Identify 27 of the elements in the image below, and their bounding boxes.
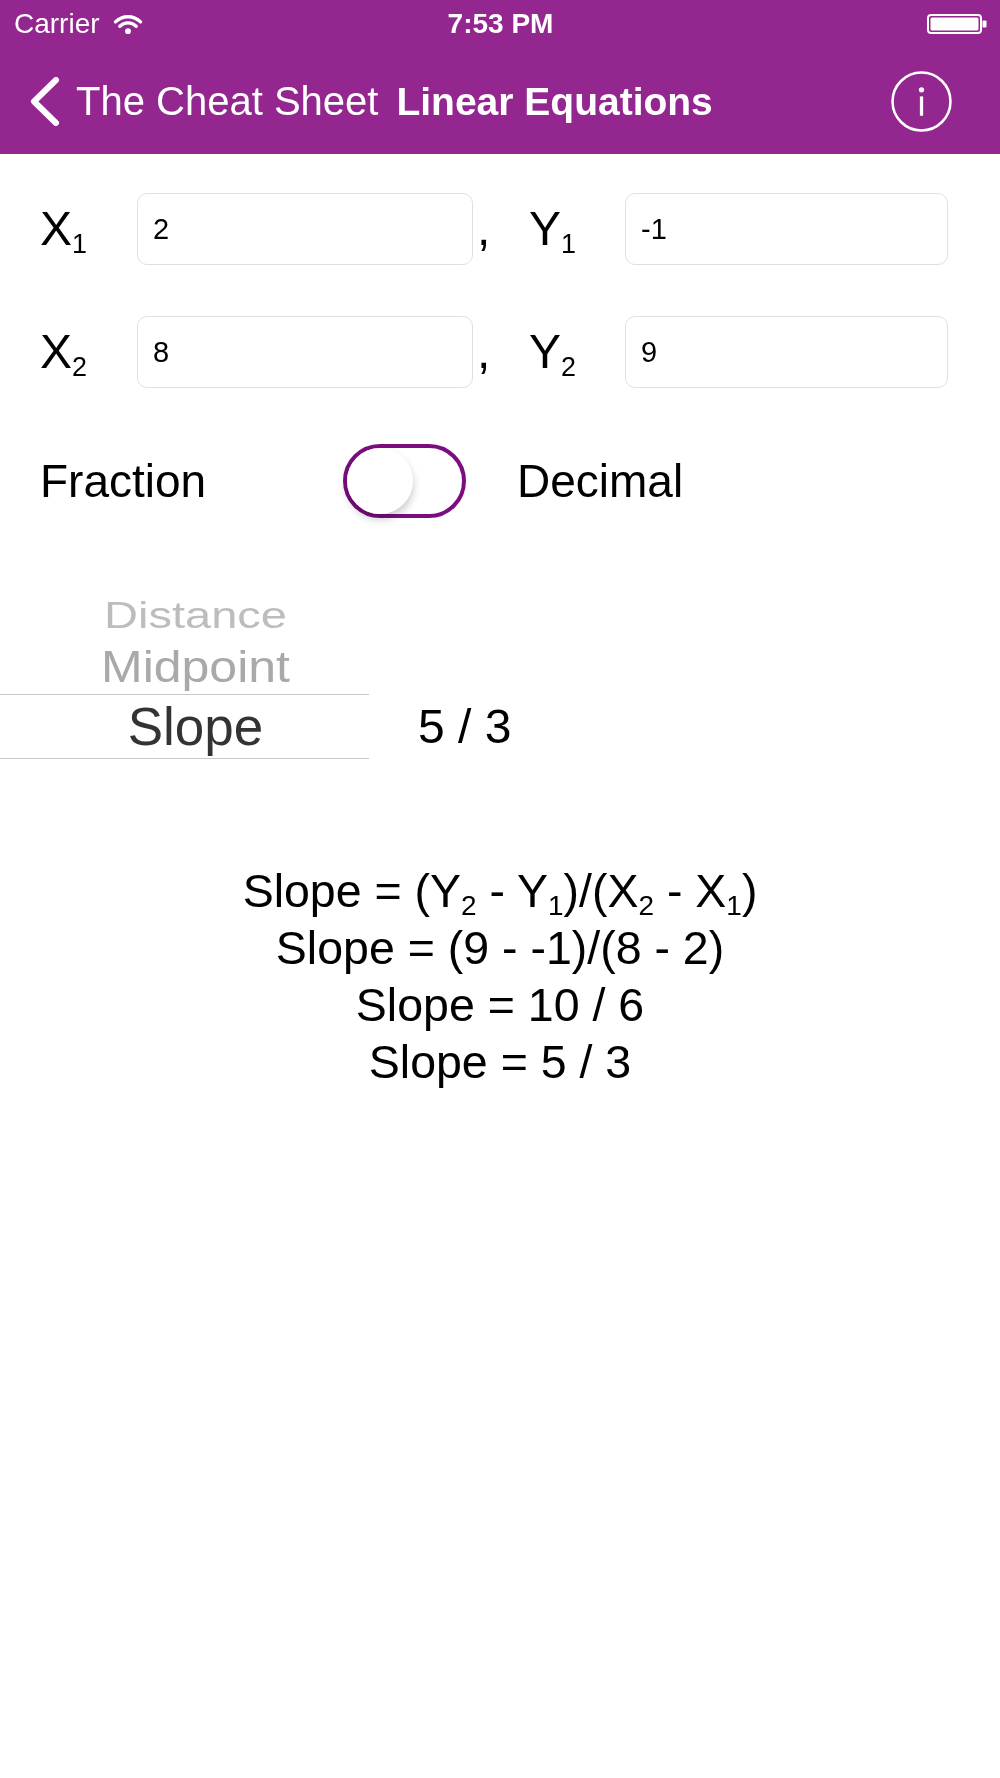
- formula-line: Slope = (Y$_{2}$ - Y$_{1}$)/(X$_{2}$ - X$_{1}$): [242, 864, 758, 920]
- coordinate-label: Y$_{1}$: [529, 205, 576, 253]
- input-field[interactable]: 2: [137, 193, 473, 265]
- input-field[interactable]: -1: [625, 193, 948, 265]
- option-label: Fraction: [40, 458, 207, 504]
- toggle-switch[interactable]: [343, 444, 466, 518]
- back-button[interactable]: The Cheat Sheet: [29, 76, 379, 126]
- option-label: Decimal: [517, 458, 684, 504]
- separator-text: ,: [476, 328, 491, 376]
- input-field[interactable]: 9: [625, 316, 948, 388]
- chevron-left-icon: [29, 76, 61, 126]
- info-icon: [891, 70, 952, 132]
- separator-text: ,: [476, 205, 491, 253]
- formula-line: Slope = 5 / 3: [368, 1035, 632, 1090]
- info-button[interactable]: [891, 70, 952, 132]
- coordinate-label: X$_{1}$: [40, 205, 87, 253]
- clock-time: 7:53 PM: [447, 10, 554, 38]
- formula-line: Slope = (9 - -1)/(8 - 2): [275, 921, 725, 976]
- coordinate-label: Y$_{2}$: [529, 328, 576, 376]
- battery-icon: [927, 14, 987, 34]
- formula-line: Slope = 10 / 6: [355, 978, 645, 1033]
- nav-title: Linear Equations: [396, 81, 713, 121]
- coordinate-label: X$_{2}$: [40, 328, 87, 376]
- carrier-name: Carrier: [14, 10, 100, 38]
- result-value: 5 / 3: [418, 702, 512, 751]
- input-field[interactable]: 8: [137, 316, 473, 388]
- wifi-icon: [112, 13, 143, 35]
